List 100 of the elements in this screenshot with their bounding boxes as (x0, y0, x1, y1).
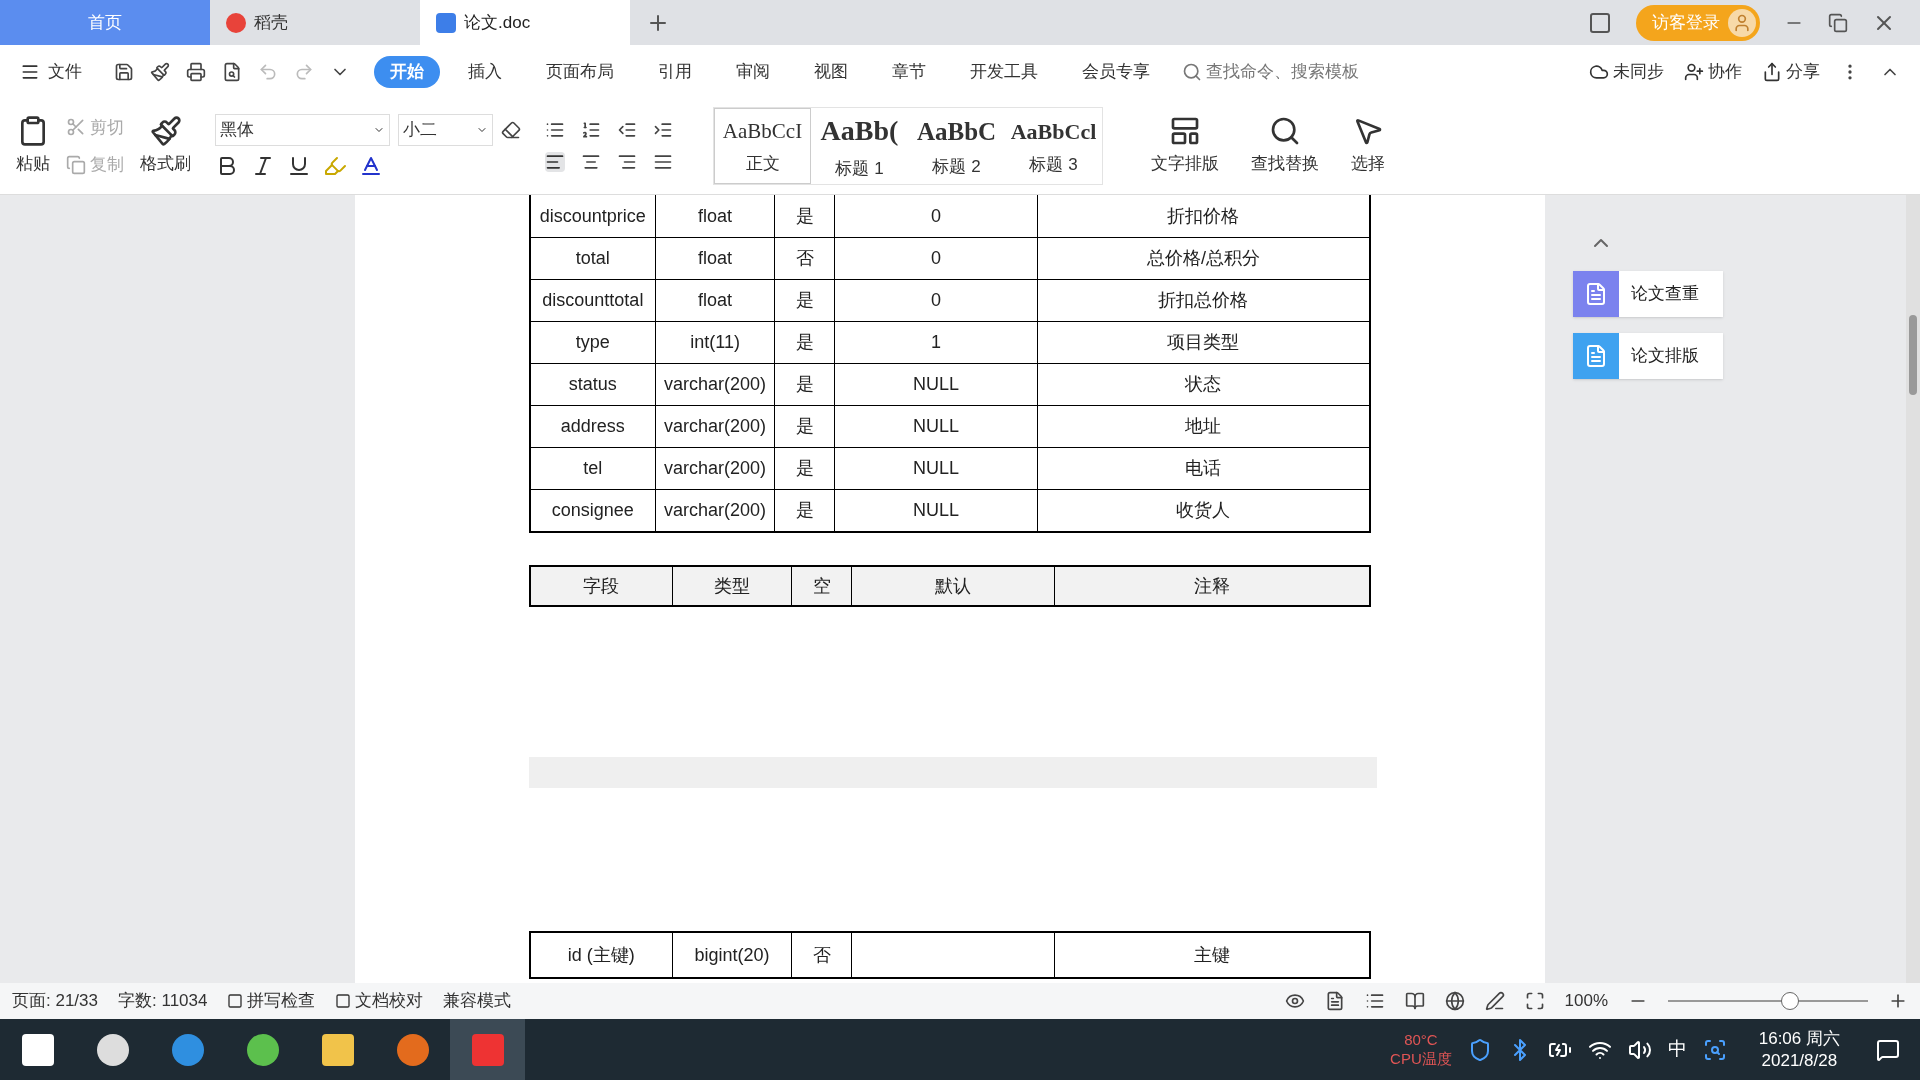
top-action-button[interactable]: 分享 (1762, 58, 1820, 85)
pen-icon[interactable] (1484, 991, 1505, 1011)
page-count: 页面: 21/33 (12, 990, 98, 1013)
table-cell: discounttotal (531, 280, 656, 321)
side-panel-button[interactable]: 论文排版 (1573, 333, 1723, 379)
side-panel-button[interactable]: 论文查重 (1573, 271, 1723, 317)
tool-button[interactable]: 查找替换 (1251, 115, 1319, 177)
underline-icon[interactable] (287, 154, 311, 178)
table-cell: 注释 (1054, 567, 1369, 605)
checkbox-icon[interactable] (335, 993, 352, 1009)
ribbon-tab[interactable]: 会员专享 (1066, 55, 1166, 88)
table-cell: 是 (775, 280, 836, 321)
table-cell-text: 折扣价格 (1166, 204, 1241, 228)
ribbon-tab[interactable]: 引用 (642, 55, 708, 88)
table-cell: status (531, 364, 656, 405)
ribbon-tab[interactable]: 页面布局 (530, 55, 630, 88)
style-name: 标题 2 (932, 156, 981, 178)
format-icon[interactable] (150, 61, 170, 82)
checkbox-icon[interactable] (227, 993, 244, 1009)
zoom-percentage[interactable]: 100% (1564, 988, 1608, 1014)
style-preset[interactable]: AaBbCcI 正文 (714, 108, 811, 184)
style-preset[interactable]: AaBbCcl 标题 3 (1005, 108, 1102, 184)
tool-button[interactable]: 选择 (1351, 115, 1385, 177)
print-icon[interactable] (186, 61, 206, 82)
window-layout-icon[interactable] (1588, 10, 1612, 35)
font-color-icon[interactable] (359, 154, 383, 178)
table-cell: type (531, 322, 656, 363)
table-cell: varchar(200) (655, 490, 776, 531)
ribbon-tab[interactable]: 视图 (798, 55, 864, 88)
ribbon-tab[interactable]: 开发工具 (954, 55, 1054, 88)
table-cell: varchar(200) (655, 448, 776, 489)
table-cell: discountprice (531, 195, 656, 237)
table-cell: varchar(200) (655, 406, 776, 447)
save-icon[interactable] (114, 61, 134, 82)
style-name: 标题 3 (1029, 153, 1078, 176)
align-right-icon[interactable] (617, 152, 637, 172)
fit-page-icon[interactable] (1524, 991, 1545, 1011)
tool-button[interactable]: 文字排版 (1151, 115, 1219, 177)
style-preset[interactable]: AaBb( 标题 1 (811, 108, 908, 184)
indent-icon[interactable] (653, 120, 673, 140)
style-preset[interactable]: AaBbC 标题 2 (908, 108, 1005, 184)
table-cell: 默认 (852, 567, 1055, 605)
vertical-scrollbar[interactable] (1906, 195, 1920, 983)
align-left-icon[interactable] (545, 152, 565, 172)
justify-icon[interactable] (653, 152, 673, 172)
command-search-field[interactable]: 查找命令、搜索模板 (1182, 58, 1382, 85)
zoom-slider-thumb[interactable] (1780, 992, 1799, 1010)
table-cell: 0 (835, 195, 1038, 237)
table-cell: NULL (835, 490, 1038, 531)
avatar-icon (1728, 8, 1756, 37)
word-count: 字数: 11034 (118, 990, 208, 1013)
table-cell-text: 项目类型 (1166, 331, 1241, 354)
eraser-icon[interactable] (501, 120, 521, 140)
font-family-dropdown[interactable]: 黑体 (215, 114, 390, 146)
style-name: 标题 1 (835, 158, 884, 181)
file-menu[interactable]: 文件 (20, 58, 82, 85)
align-center-icon[interactable] (581, 152, 601, 172)
font-size-dropdown[interactable]: 小二 (398, 114, 493, 146)
eye-protection-icon[interactable] (1284, 991, 1305, 1011)
web-view-icon[interactable] (1444, 991, 1465, 1011)
table-cell: 是 (775, 448, 836, 489)
bullet-list-icon[interactable] (545, 120, 565, 140)
input-method-indicator[interactable]: 中 (1667, 1035, 1687, 1064)
top-action-button[interactable]: 未同步 (1589, 58, 1664, 85)
table-cell-text: 总价格/总积分 (1145, 247, 1261, 270)
outdent-icon[interactable] (617, 120, 637, 140)
table-cell: address (531, 406, 656, 447)
reading-view-icon[interactable] (1404, 991, 1425, 1011)
notification-icon[interactable] (1876, 1037, 1900, 1062)
document-check-icon (1573, 271, 1619, 317)
numbered-list-icon[interactable] (581, 120, 601, 140)
table-cell-text: 状态 (1184, 373, 1223, 396)
style-sample: AaBb( (820, 114, 899, 149)
add-user-icon[interactable] (1684, 61, 1704, 82)
paste-button[interactable]: 粘贴 (16, 115, 50, 177)
cpu-temperature: 80°C (1404, 1030, 1438, 1050)
clock-time[interactable]: 16:06 周六 (1758, 1028, 1840, 1050)
zoom-slider[interactable] (1668, 991, 1868, 1011)
search-icon[interactable] (1702, 1037, 1727, 1062)
outline-view-icon[interactable] (1364, 991, 1385, 1011)
format-painter-button[interactable]: 格式刷 (140, 115, 191, 177)
style-sample: AaBbCcI (722, 117, 803, 145)
table-cell: id (主键) (531, 933, 673, 977)
style-sample: AaBbCcl (1010, 117, 1097, 146)
ribbon-tab[interactable]: 章节 (876, 55, 942, 88)
table-cell: 类型 (672, 567, 793, 605)
spell-check-button[interactable]: 拼写检查 (227, 988, 316, 1014)
document-tab[interactable]: 论文.doc (420, 0, 630, 45)
restore-icon[interactable] (1828, 12, 1848, 33)
table-cell: 字段 (531, 567, 673, 605)
top-action-button[interactable]: 协作 (1684, 58, 1742, 85)
proofread-button[interactable]: 文档校对 (335, 988, 424, 1014)
ribbon-tab[interactable]: 审阅 (720, 55, 786, 88)
table-cell-text: 电话 (1184, 457, 1223, 480)
clock-date[interactable]: 2021/8/28 (1761, 1049, 1838, 1071)
share-icon[interactable] (1762, 61, 1782, 82)
paintbrush-icon[interactable] (149, 115, 182, 148)
ribbon-tab[interactable]: 插入 (452, 55, 518, 88)
table-cell: 是 (775, 195, 836, 237)
print-preview-icon[interactable] (222, 61, 242, 82)
